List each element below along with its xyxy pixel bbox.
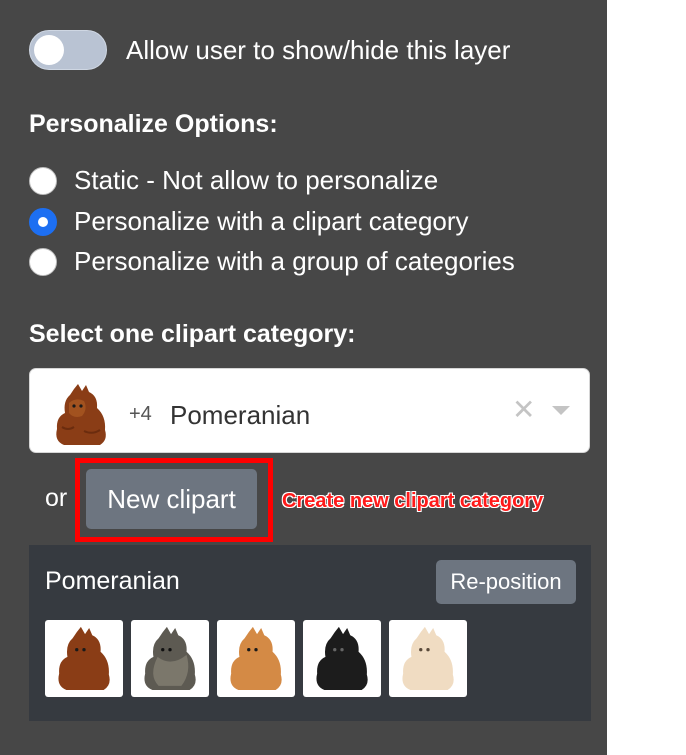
new-clipart-button[interactable]: New clipart bbox=[86, 469, 257, 529]
personalize-options-heading: Personalize Options: bbox=[29, 110, 278, 138]
new-clipart-annotation: Create new clipart category bbox=[282, 490, 544, 512]
option-static-label: Static - Not allow to personalize bbox=[74, 165, 439, 195]
chevron-down-icon[interactable] bbox=[552, 406, 570, 415]
extra-selected-count: +4 bbox=[129, 403, 152, 425]
option-clipart-category-label: Personalize with a clipart category bbox=[74, 206, 469, 236]
option-group-categories[interactable]: Personalize with a group of categories bbox=[29, 246, 515, 277]
clipart-thumb[interactable] bbox=[45, 620, 123, 697]
radio-static[interactable] bbox=[29, 166, 57, 195]
selected-category-value: Pomeranian bbox=[170, 400, 311, 430]
pomeranian-sable-clipart bbox=[144, 626, 196, 690]
pomeranian-thumbnail bbox=[56, 384, 106, 445]
radio-group-categories[interactable] bbox=[29, 247, 57, 276]
clipart-thumb[interactable] bbox=[303, 620, 381, 697]
pomeranian-orange-clipart bbox=[230, 626, 282, 690]
clipart-thumb[interactable] bbox=[217, 620, 295, 697]
close-icon[interactable]: ✕ bbox=[512, 396, 535, 424]
option-static[interactable]: Static - Not allow to personalize bbox=[29, 165, 438, 196]
option-group-categories-label: Personalize with a group of categories bbox=[74, 246, 515, 276]
layer-settings-panel: Allow user to show/hide this layer Perso… bbox=[0, 0, 607, 755]
pomeranian-black-clipart bbox=[316, 626, 368, 690]
toggle-knob bbox=[34, 35, 64, 65]
reposition-button[interactable]: Re-position bbox=[436, 560, 576, 604]
or-separator: or bbox=[45, 484, 68, 512]
category-preview-panel: Pomeranian Re-position bbox=[29, 545, 591, 721]
pomeranian-red-clipart bbox=[58, 626, 110, 690]
clipart-thumb[interactable] bbox=[131, 620, 209, 697]
show-hide-toggle[interactable] bbox=[29, 30, 107, 70]
show-hide-toggle-label: Allow user to show/hide this layer bbox=[126, 34, 511, 65]
category-name: Pomeranian bbox=[45, 567, 180, 595]
radio-clipart-category[interactable] bbox=[29, 207, 57, 236]
option-clipart-category[interactable]: Personalize with a clipart category bbox=[29, 206, 469, 237]
clipart-thumbnails bbox=[45, 620, 467, 697]
pomeranian-cream-clipart bbox=[402, 626, 454, 690]
show-hide-toggle-row: Allow user to show/hide this layer bbox=[29, 30, 510, 70]
clipart-category-select[interactable]: +4 Pomeranian ✕ bbox=[29, 368, 590, 453]
select-category-heading: Select one clipart category: bbox=[29, 320, 356, 348]
clipart-thumb[interactable] bbox=[389, 620, 467, 697]
